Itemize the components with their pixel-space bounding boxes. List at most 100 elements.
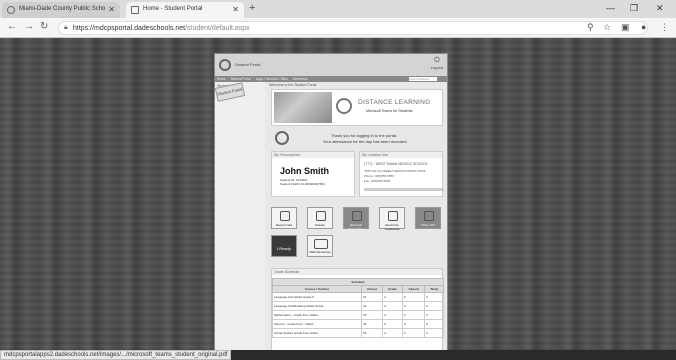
period-cell: 04 (361, 319, 384, 329)
page-viewport: Student Portal ⏻ Logout Home Student Por… (0, 38, 676, 350)
table-row[interactable]: Language Arts/Reading Gifted Grade 02 A 0 0 (271, 301, 444, 311)
column-header: Period (361, 285, 384, 293)
absent-cell: 0 (401, 301, 426, 311)
personal-info-heading: My Personal Info (272, 152, 354, 158)
extension-icon[interactable]: ▣ (621, 22, 630, 33)
tile-oer[interactable]: OER Resources (307, 235, 333, 257)
period-cell: 01 (361, 292, 384, 302)
status-url: mdcpsportalapps2.dadeschools.net/images/… (0, 350, 232, 360)
distance-learning-banner[interactable]: DISTANCE LEARNING Microsoft Teams for St… (271, 89, 443, 126)
personal-info-card: My Personal Info John Smith Student ID: … (271, 151, 355, 197)
column-header: Tardy (424, 285, 444, 293)
portal-title: Student Portal (235, 62, 261, 67)
close-icon[interactable]: ✕ (108, 5, 115, 14)
column-header: Absent (401, 285, 426, 293)
browser-tab-bar: Miami-Dade County Public Scho ✕ Home - S… (0, 0, 676, 18)
tile-label: Report Card (275, 223, 293, 227)
table-row[interactable]: Language Arts Gifted Grade 6 01 A 0 0 (271, 292, 444, 302)
student-fleid: Student FLEID: FL000000007654 (280, 182, 325, 186)
close-window-icon[interactable]: ✕ (656, 3, 664, 14)
close-icon[interactable]: ✕ (232, 5, 239, 14)
absent-cell: 0 (401, 310, 426, 320)
profile-icon[interactable]: ● (641, 22, 646, 32)
logout-button[interactable]: ⏻ Logout (431, 57, 443, 70)
column-header: Grade (382, 285, 403, 293)
table-caption: Schedule (272, 278, 444, 286)
tab-mdcps[interactable]: Miami-Dade County Public Scho ✕ (2, 2, 120, 18)
tab-title: Home - Student Portal (143, 6, 203, 12)
tab-title: Miami-Dade County Public Scho (19, 6, 106, 12)
school-address: 7525 SW 24 STREET MIAMI FLORIDA 33155 (364, 169, 426, 173)
table-row[interactable]: Science - Grade Four - Gifted 04 A 0 0 (271, 319, 444, 329)
portal-sidebar: Student Pulse All Site Content (215, 82, 265, 350)
location-info-heading: My Location Info (360, 152, 442, 158)
grade-cell: A (382, 319, 403, 329)
tardy-cell: 0 (424, 301, 444, 311)
portal-search-input[interactable]: Search Results (409, 77, 437, 81)
course-cell: Language Arts/Reading Gifted Grade (271, 301, 363, 311)
schedule-heading: Grade Schedule (272, 269, 442, 275)
tab-student-portal[interactable]: Home - Student Portal ✕ (126, 2, 244, 18)
tile-grades[interactable]: Grades (307, 207, 333, 229)
school-phone: Phone: (305)555-5555 (364, 174, 395, 178)
gradebook-icon (388, 211, 398, 221)
globe-icon (7, 6, 15, 14)
star-icon[interactable]: ☆ (603, 22, 611, 33)
tile-label: Microsoft Resources (348, 223, 364, 231)
course-cell: Mathematics - Grade Four Gifted (271, 310, 363, 320)
school-fax: Fax: (305)555-5556 (364, 179, 391, 183)
absent-cell: 0 (401, 292, 426, 302)
table-row[interactable]: Mathematics - Grade Four Gifted 03 A 0 0 (271, 310, 444, 320)
banner-title: DISTANCE LEARNING (358, 99, 431, 106)
tardy-cell: 0 (424, 319, 444, 329)
course-cell: Science - Grade Four - Gifted (271, 319, 363, 329)
thanks-line-1: Thank you for logging in to the portal. (331, 133, 398, 138)
grades-icon (316, 211, 326, 221)
course-cell: Language Arts Gifted Grade 6 (271, 292, 363, 302)
column-header: Course / Teacher (271, 285, 363, 293)
grade-cell: A (382, 328, 403, 338)
tile-label: OER Resources (309, 250, 331, 254)
tile-office-365[interactable]: Office 365 (415, 207, 441, 229)
search-icon[interactable]: ⚲ (587, 22, 594, 33)
banner-photo (274, 92, 332, 123)
tardy-cell: 0 (424, 292, 444, 302)
url-path: /student/default.aspx (185, 25, 250, 32)
table-row[interactable]: Social Studies Grade Four Gifted 05 A 0 0 (271, 328, 444, 338)
tile-label: i-Ready (277, 246, 291, 251)
banner-subtitle: Microsoft Teams for Students (366, 109, 413, 113)
absent-cell: 0 (401, 328, 426, 338)
address-bar[interactable]: 🔒︎ https://mdcpsportal.dadeschools.net/s… (58, 21, 648, 35)
location-scrollbar[interactable] (364, 188, 444, 191)
tile-microsoft-resources[interactable]: Microsoft Resources (343, 207, 369, 231)
portal-header: Student Portal ⏻ Logout (215, 54, 447, 76)
minimize-icon[interactable]: — (606, 3, 615, 13)
tile-label: Electronic Gradebook (384, 223, 400, 231)
forward-icon[interactable]: → (24, 21, 34, 32)
tile-label: Grades (315, 223, 325, 227)
logout-label: Logout (430, 65, 443, 70)
period-cell: 02 (361, 301, 384, 311)
oer-icon (314, 239, 328, 249)
mdcps-logo-icon (336, 98, 352, 114)
power-icon: ⏻ (434, 57, 440, 64)
school-name[interactable]: (777) - WEST MIAMI MIDDLE SCHOOL (364, 162, 428, 166)
restore-icon[interactable]: ❐ (630, 3, 638, 14)
report-icon (280, 211, 290, 221)
tile-report-card[interactable]: Report Card (271, 207, 297, 229)
mdcps-logo-icon (275, 131, 289, 145)
tile-electronic-gradebook[interactable]: Electronic Gradebook (379, 207, 405, 231)
status-bar: mdcpsportalapps2.dadeschools.net/images/… (0, 350, 676, 360)
back-icon[interactable]: ← (7, 21, 17, 32)
reload-icon[interactable]: ↻ (40, 21, 48, 32)
tardy-cell: 0 (424, 310, 444, 320)
schedule-table: Schedule Course / Teacher Period Grade A… (271, 278, 444, 338)
new-tab-button[interactable]: + (249, 2, 255, 14)
attendance-message: Thank you for logging in to the portal. … (271, 131, 443, 148)
tile-iready[interactable]: i-Ready (271, 235, 297, 257)
absent-cell: 0 (401, 319, 426, 329)
lock-icon: 🔒︎ (64, 24, 68, 31)
thanks-line-2: Your attendance for the day has been rec… (323, 139, 408, 144)
schedule-panel: Grade Schedule Schedule Course / Teacher… (271, 268, 444, 350)
menu-icon[interactable]: ⋮ (660, 22, 669, 33)
